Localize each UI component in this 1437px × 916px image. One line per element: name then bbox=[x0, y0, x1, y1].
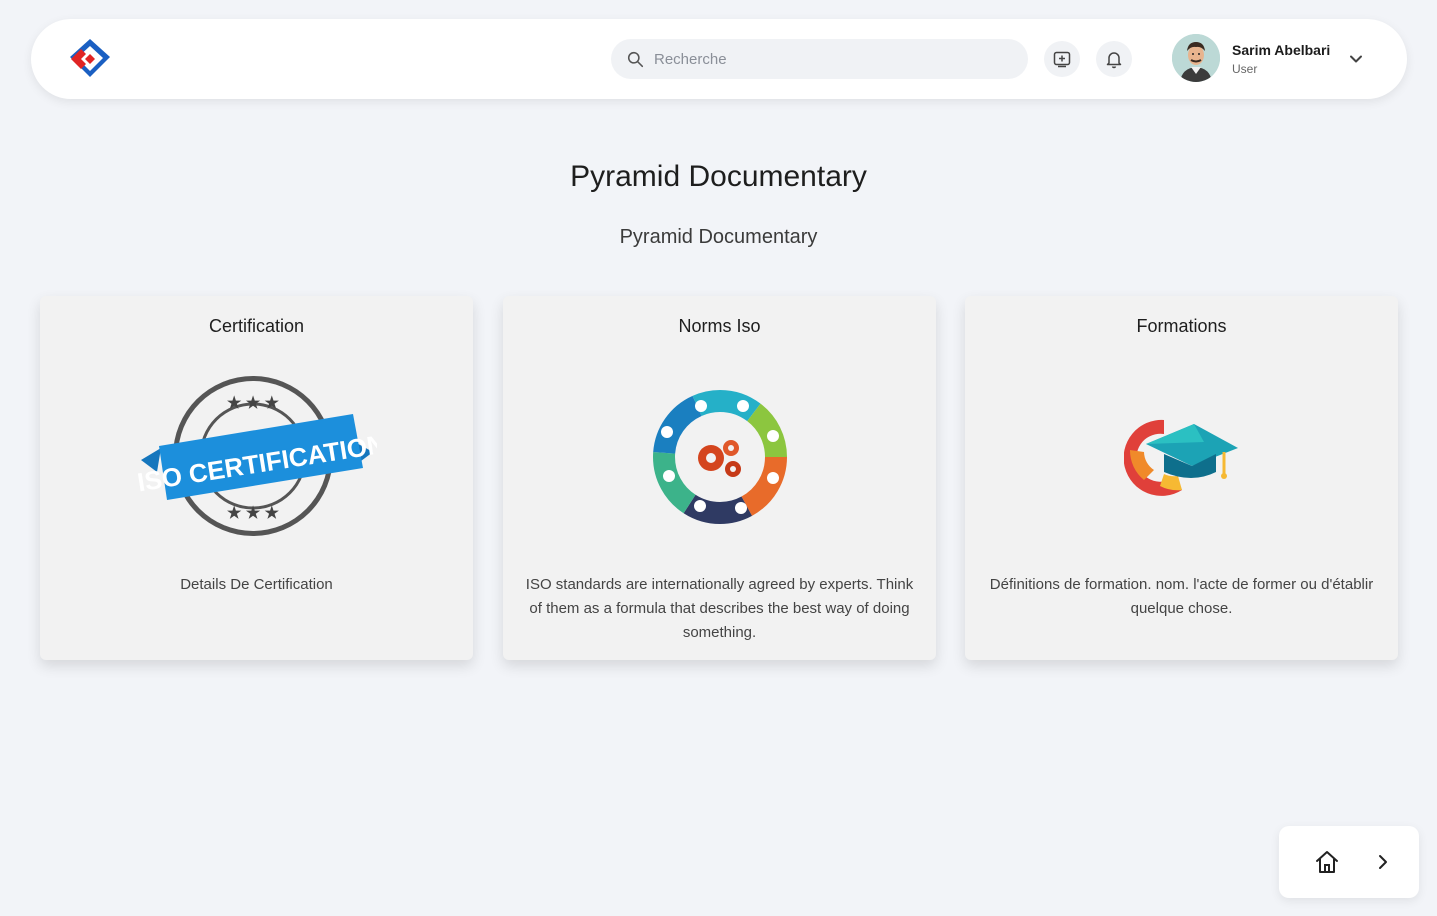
notifications-button[interactable] bbox=[1096, 41, 1132, 77]
add-document-button[interactable] bbox=[1044, 41, 1080, 77]
card-title: Certification bbox=[208, 316, 305, 336]
avatar[interactable] bbox=[1172, 34, 1220, 82]
card-title: Norms Iso bbox=[678, 316, 761, 336]
card-title: Formations bbox=[1136, 316, 1227, 336]
card-description: Définitions de formation. nom. l'acte de… bbox=[989, 576, 1374, 617]
svg-text:★ ★ ★: ★ ★ ★ bbox=[227, 395, 280, 412]
gears-ring-image bbox=[652, 390, 787, 524]
card-formations[interactable]: Formations Définitions de formation. nom… bbox=[965, 296, 1398, 660]
card-description: Details De Certification bbox=[180, 576, 333, 593]
app-logo[interactable] bbox=[67, 37, 113, 81]
iso-certification-badge-image: ★ ★ ★ ★ ★ ★ ISO CERTIFICATION bbox=[137, 376, 377, 536]
bell-icon bbox=[1106, 52, 1122, 69]
page-title: Pyramid Documentary bbox=[570, 160, 867, 193]
user-role: User bbox=[1232, 62, 1258, 76]
add-document-icon bbox=[1053, 51, 1071, 68]
graduation-gear-image bbox=[1123, 419, 1238, 496]
page-subtitle: Pyramid Documentary bbox=[619, 226, 818, 248]
home-icon[interactable] bbox=[1313, 848, 1341, 876]
user-name: Sarim Abelbari bbox=[1232, 42, 1331, 58]
svg-text:★ ★ ★: ★ ★ ★ bbox=[227, 505, 280, 522]
chevron-down-icon[interactable] bbox=[1347, 50, 1365, 68]
chevron-right-icon[interactable] bbox=[1373, 852, 1393, 872]
search-bar[interactable] bbox=[611, 39, 1028, 79]
card-certification[interactable]: Certification ★ ★ ★ ★ ★ ★ ISO CERTIFICAT… bbox=[40, 296, 473, 660]
card-description: ISO standards are internationally agreed… bbox=[525, 576, 914, 641]
bottom-nav bbox=[1279, 826, 1419, 898]
card-norms-iso[interactable]: Norms Iso ISO standards are internationa… bbox=[503, 296, 936, 660]
search-input[interactable] bbox=[654, 50, 1014, 68]
search-icon bbox=[627, 51, 644, 67]
top-navbar: Sarim Abelbari User bbox=[31, 19, 1407, 99]
